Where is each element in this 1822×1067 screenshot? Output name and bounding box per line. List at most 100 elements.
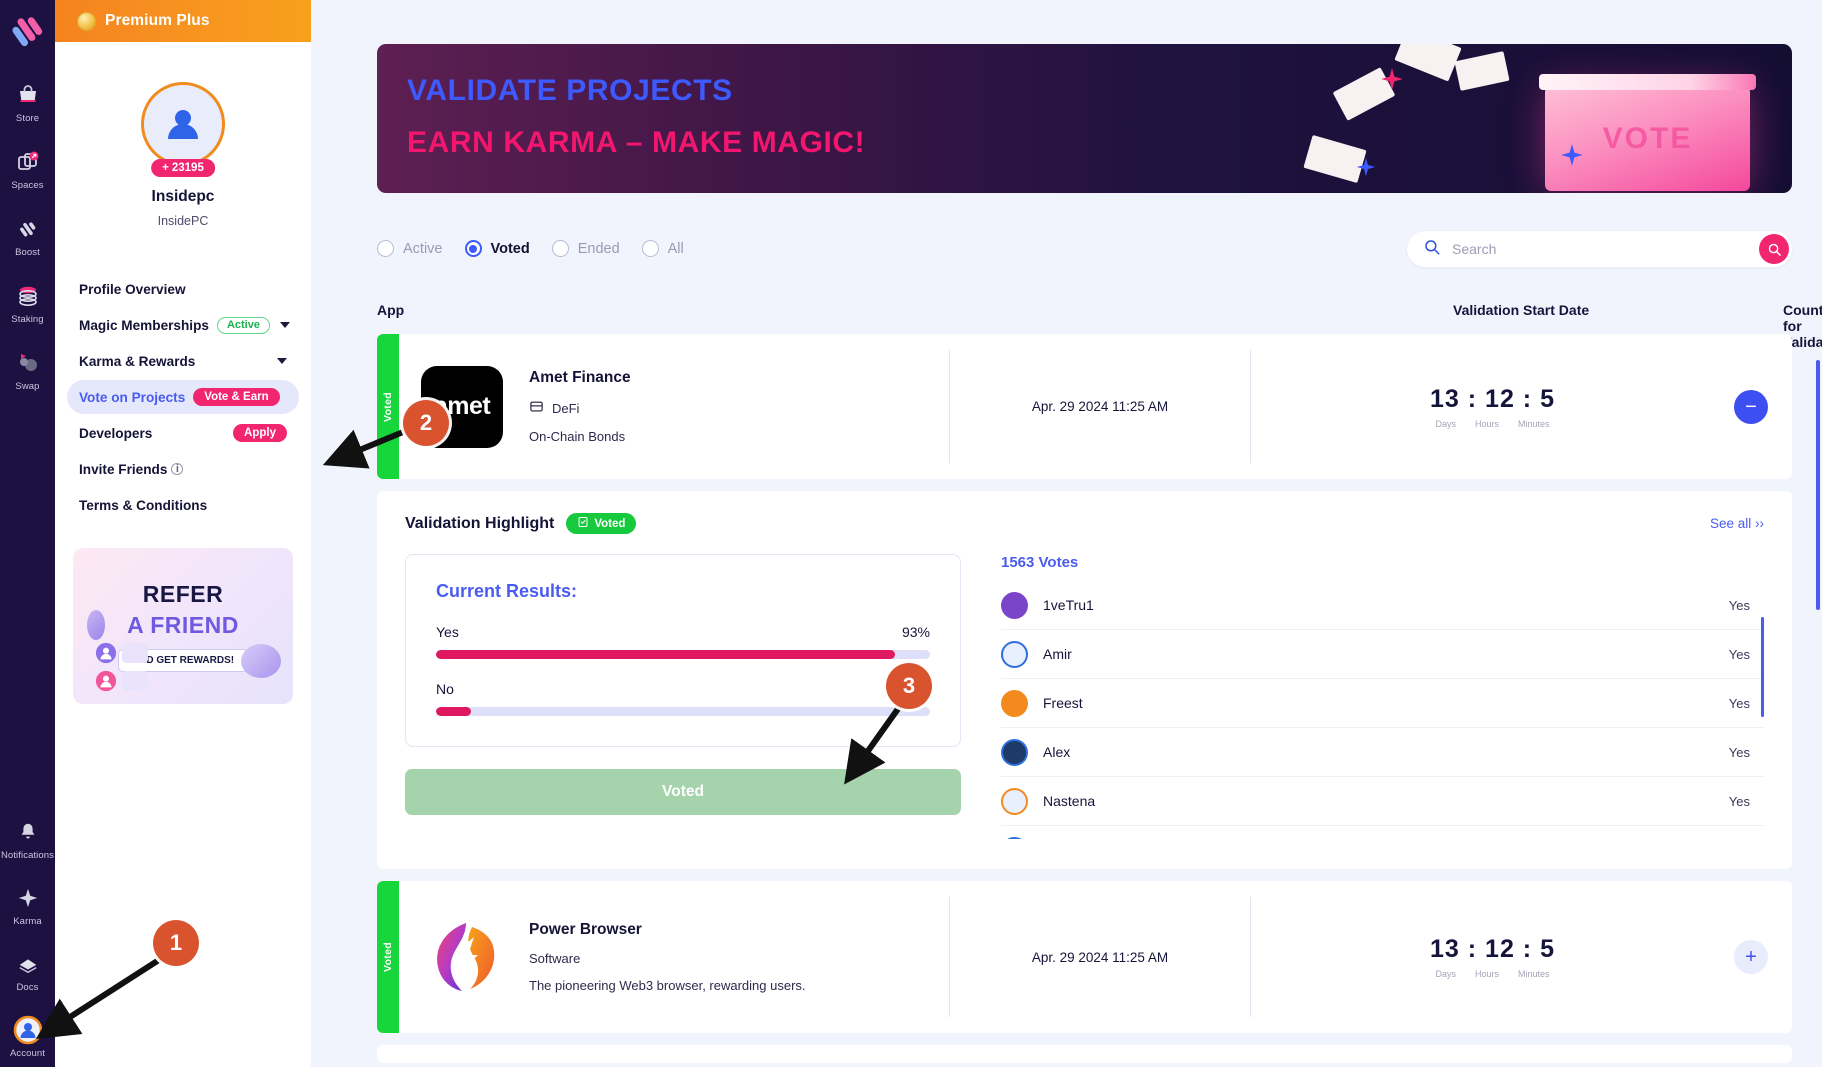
bell-icon bbox=[13, 817, 43, 847]
validation-highlight-panel: Validation Highlight Voted See all ›› Cu… bbox=[377, 491, 1792, 869]
sparkle-icon bbox=[13, 883, 43, 913]
voted-strip-label: Voted bbox=[382, 942, 395, 972]
project-card-power-browser[interactable]: Voted Power Browser Software The pioneer… bbox=[377, 881, 1792, 1033]
sidebar-item-vote-on-projects[interactable]: Vote on Projects Vote & Earn bbox=[67, 380, 299, 414]
sidebar-item-terms-conditions[interactable]: Terms & Conditions bbox=[67, 488, 299, 522]
sidebar-item-spaces[interactable]: Spaces bbox=[0, 147, 55, 191]
countdown-label-minutes: Minutes bbox=[1518, 969, 1550, 979]
column-header-app: App bbox=[377, 302, 405, 318]
sidebar-item-swap[interactable]: Swap bbox=[0, 348, 55, 392]
sidebar-item-store-label: Store bbox=[15, 113, 40, 124]
search-bar[interactable] bbox=[1407, 231, 1792, 267]
validation-highlight-header: Validation Highlight Voted See all ›› bbox=[405, 513, 1764, 534]
voter-name: 1veTru1 bbox=[1043, 597, 1094, 613]
app-logo-icon[interactable] bbox=[9, 12, 47, 50]
staking-coins-icon bbox=[13, 281, 43, 311]
result-bar-yes-percent: 93% bbox=[901, 624, 930, 640]
app-category-label: Software bbox=[529, 951, 581, 966]
result-bar-no-label: No bbox=[436, 681, 454, 697]
filter-radio-active[interactable]: Active bbox=[377, 240, 443, 257]
banner-line2: EARN KARMA – MAKE MAGIC! bbox=[407, 126, 866, 159]
project-card-amet-finance[interactable]: Voted amet Amet Finance DeFi On-Chain Bo… bbox=[377, 334, 1792, 479]
chevron-down-icon[interactable] bbox=[279, 322, 290, 328]
filter-radio-all[interactable]: All bbox=[641, 240, 684, 257]
countdown-label-hours: Hours bbox=[1474, 418, 1499, 429]
karma-plus-sign: + bbox=[162, 162, 169, 174]
collapse-card-button[interactable]: − bbox=[1734, 389, 1768, 424]
search-submit-button[interactable] bbox=[1759, 234, 1789, 264]
sidebar-item-account[interactable]: Account bbox=[0, 1015, 55, 1059]
sidebar-item-developers-label: Developers bbox=[79, 425, 153, 441]
countdown-cell: 13 : 12 : 5 Days Hours Minutes bbox=[1251, 385, 1734, 429]
sidebar-item-karma-rewards[interactable]: Karma & Rewards bbox=[67, 344, 299, 378]
voted-action-button[interactable]: Voted bbox=[405, 769, 961, 815]
karma-points-badge: +23195 bbox=[151, 159, 215, 177]
page-scrollbar[interactable] bbox=[1816, 360, 1820, 610]
voter-vote: Yes bbox=[1728, 695, 1750, 711]
sidebar-item-notifications[interactable]: Notifications bbox=[0, 817, 55, 861]
sidebar-item-notifications-label: Notifications bbox=[0, 850, 55, 861]
sidebar-item-docs[interactable]: Docs bbox=[0, 949, 55, 993]
sidebar-item-developers[interactable]: Developers Apply bbox=[67, 416, 299, 450]
avatar[interactable]: +23195 bbox=[141, 82, 225, 177]
expand-card-button[interactable]: + bbox=[1734, 940, 1768, 974]
list-item[interactable]: Freest Yes bbox=[1001, 679, 1764, 728]
vote-and-earn-badge[interactable]: Vote & Earn bbox=[193, 388, 280, 406]
profile-name: Insidepc bbox=[151, 188, 215, 205]
sidebar-item-boost[interactable]: Boost bbox=[0, 214, 55, 258]
sidebar-item-karma-rewards-label: Karma & Rewards bbox=[79, 353, 196, 369]
sidebar-item-boost-label: Boost bbox=[15, 247, 40, 258]
list-item[interactable]: 1veTru1 Yes bbox=[1001, 581, 1764, 630]
status-badge-voted-strip: Voted bbox=[377, 881, 399, 1033]
status-badge-voted-label: Voted bbox=[594, 517, 626, 530]
search-input[interactable] bbox=[1452, 241, 1792, 257]
karma-points-value: 23195 bbox=[171, 162, 204, 174]
list-item[interactable]: Nastena Yes bbox=[1001, 777, 1764, 826]
refer-card-line2: A FRIEND bbox=[127, 611, 239, 638]
result-bar-no: No 7% bbox=[436, 681, 930, 716]
app-category: Software bbox=[529, 951, 949, 966]
voter-name: Freest bbox=[1043, 695, 1083, 711]
list-item[interactable]: Amir Yes bbox=[1001, 630, 1764, 679]
annotation-marker-2: 2 bbox=[403, 400, 449, 446]
table-column-headers: App Validation Start Date Countdown for … bbox=[311, 302, 1822, 350]
countdown-label-minutes: Minutes bbox=[1518, 418, 1550, 429]
search-icon bbox=[1423, 238, 1441, 261]
premium-plus-banner[interactable]: Premium Plus bbox=[55, 0, 311, 42]
app-logo-power-browser bbox=[421, 916, 503, 998]
list-item[interactable]: Alex Yes bbox=[1001, 728, 1764, 777]
see-all-link[interactable]: See all ›› bbox=[1710, 516, 1764, 531]
sidebar-item-invite-friends[interactable]: Invite Friends i bbox=[67, 452, 299, 486]
votes-list[interactable]: 1veTru1 Yes Amir Yes Freest Yes Alex Yes… bbox=[1001, 581, 1764, 839]
list-item[interactable]: danke!14 Yes bbox=[1001, 826, 1764, 839]
voter-name: Alex bbox=[1043, 744, 1071, 760]
sidebar-item-swap-label: Swap bbox=[15, 381, 40, 392]
votes-scrollbar[interactable] bbox=[1761, 617, 1764, 717]
sidebar-item-staking[interactable]: Staking bbox=[0, 281, 55, 325]
sidebar-item-vote-on-projects-label: Vote on Projects bbox=[79, 389, 186, 405]
sidebar-item-store[interactable]: Store bbox=[0, 80, 55, 124]
banner-line1: VALIDATE PROJECTS bbox=[407, 74, 733, 107]
current-results-box: Current Results: Yes 93% No bbox=[405, 554, 961, 747]
project-list: Voted amet Amet Finance DeFi On-Chain Bo… bbox=[377, 334, 1792, 1067]
app-info: Amet Finance DeFi On-Chain Bonds bbox=[529, 369, 949, 444]
refer-a-friend-card[interactable]: REFER A FRIEND AND GET REWARDS! bbox=[73, 548, 293, 704]
sidebar-item-docs-label: Docs bbox=[16, 982, 39, 993]
avatar bbox=[1001, 836, 1028, 839]
countdown-label-days: Days bbox=[1435, 969, 1456, 979]
info-icon[interactable]: i bbox=[171, 463, 184, 475]
sidebar-item-karma[interactable]: Karma bbox=[0, 883, 55, 927]
sidebar-item-profile-overview[interactable]: Profile Overview bbox=[67, 272, 299, 306]
voter-vote: Yes bbox=[1728, 793, 1750, 809]
avatar bbox=[1001, 738, 1028, 766]
sparkle-icon bbox=[1379, 66, 1405, 97]
sidebar-item-invite-friends-label: Invite Friends bbox=[79, 461, 168, 477]
sidebar-item-magic-memberships[interactable]: Magic Memberships Active bbox=[67, 308, 299, 342]
chevron-down-icon[interactable] bbox=[277, 358, 287, 364]
filter-radio-voted[interactable]: Voted bbox=[464, 240, 530, 257]
validation-highlight-title: Validation Highlight bbox=[405, 514, 555, 532]
project-card-partial[interactable] bbox=[377, 1045, 1792, 1063]
current-results-title: Current Results: bbox=[436, 581, 578, 601]
filter-radio-ended[interactable]: Ended bbox=[551, 240, 620, 257]
apply-badge[interactable]: Apply bbox=[233, 424, 287, 442]
